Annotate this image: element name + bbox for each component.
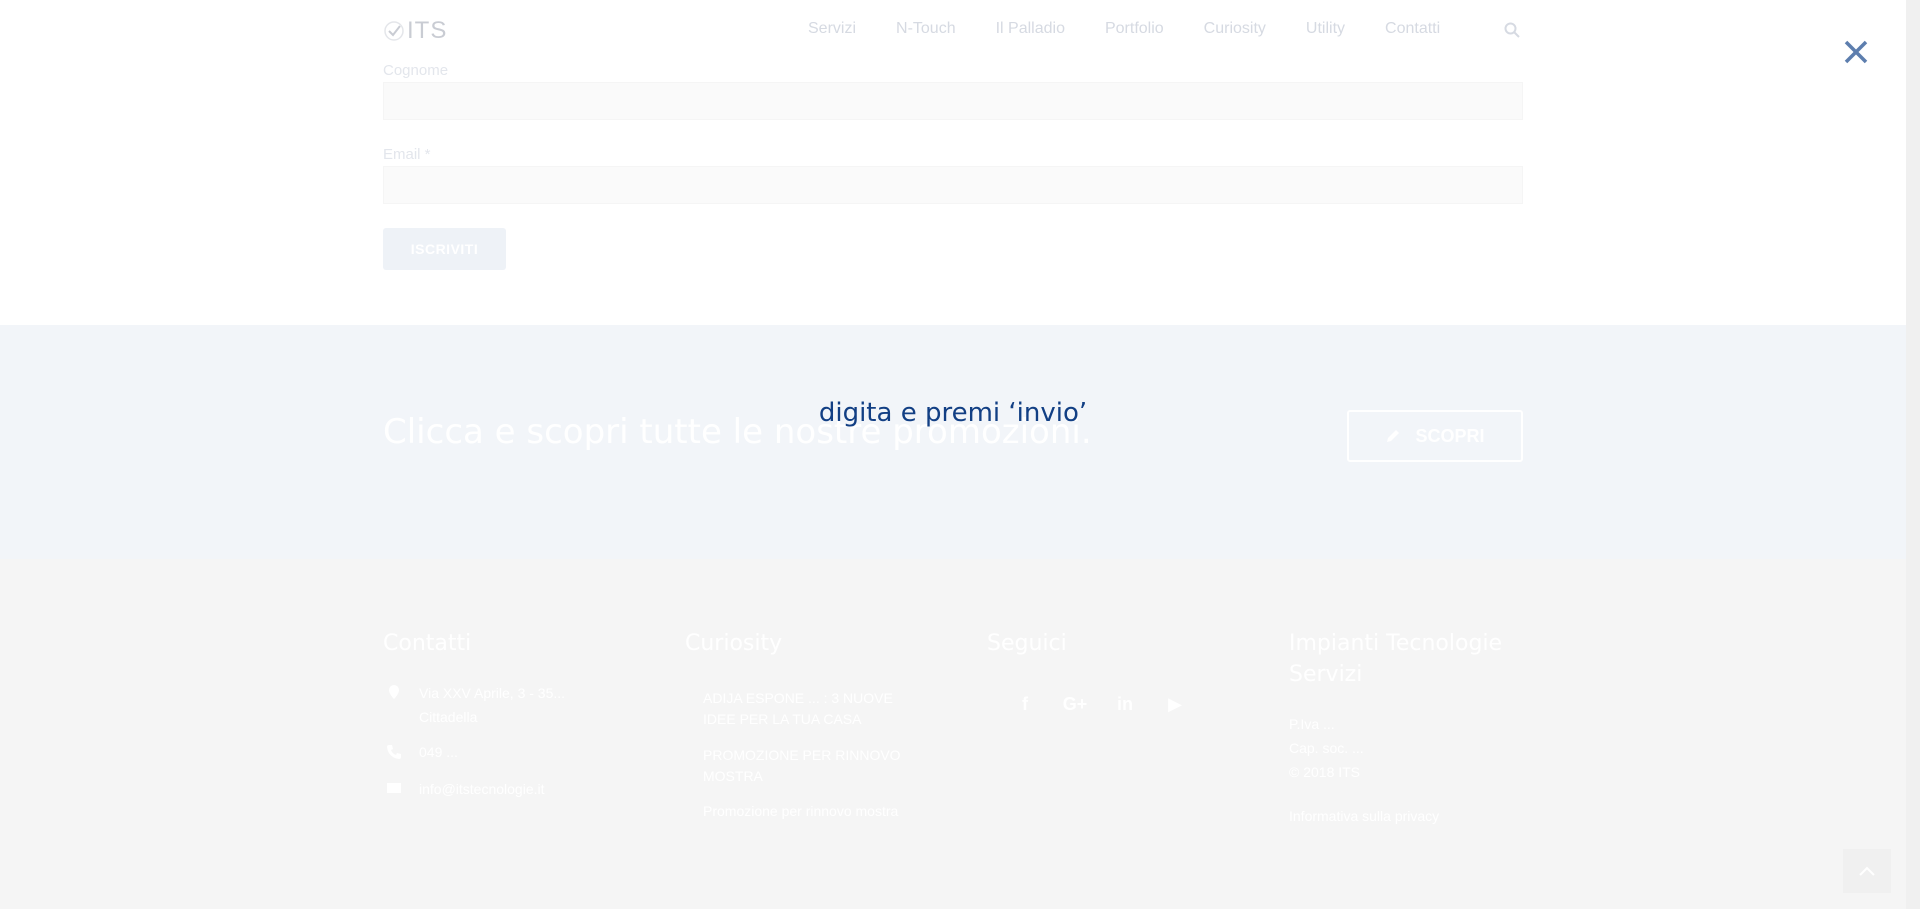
search-hint: digita e premi ‘invio’ — [818, 398, 1088, 428]
scrollbar[interactable] — [1906, 0, 1920, 909]
close-icon[interactable] — [1840, 36, 1872, 68]
search-overlay[interactable]: digita e premi ‘invio’ — [0, 0, 1906, 909]
